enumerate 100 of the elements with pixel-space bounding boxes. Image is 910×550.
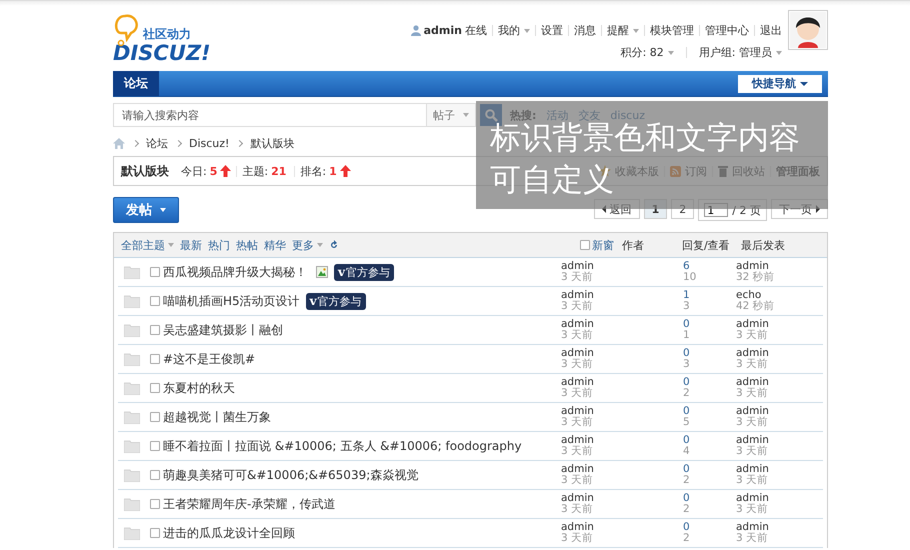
reply-count: 0 <box>683 319 691 330</box>
last-poster-link[interactable]: admin <box>736 522 823 533</box>
reply-count: 6 <box>683 261 691 272</box>
user-menu-link[interactable]: 设置 <box>541 23 563 38</box>
filter-link[interactable]: 最新 <box>180 238 202 252</box>
official-badge: v官方参与 <box>306 292 366 310</box>
view-count: 2 <box>683 388 691 399</box>
author-link[interactable]: admin <box>561 348 683 359</box>
select-checkbox[interactable] <box>150 296 160 306</box>
author-link[interactable]: admin <box>561 406 683 417</box>
author-link[interactable]: admin <box>561 319 683 330</box>
column-header: 作者 <box>622 238 645 252</box>
last-poster-link[interactable]: admin <box>736 261 823 272</box>
nav-tab[interactable]: 论坛 <box>113 71 159 96</box>
view-count: 3 <box>683 359 691 370</box>
author-link[interactable]: admin <box>561 493 683 504</box>
author-link[interactable]: admin <box>561 522 683 533</box>
refresh-icon[interactable] <box>329 240 339 250</box>
filter-link[interactable]: 热门 <box>208 238 230 252</box>
search-type-dropdown[interactable]: 帖子 <box>426 103 476 127</box>
view-count: 10 <box>683 272 698 283</box>
select-checkbox[interactable] <box>150 499 160 509</box>
folder-icon <box>124 440 140 452</box>
thread-title-link[interactable]: 睡不着拉面丨拉面说 &#10006; 五条人 &#10006; foodography <box>163 438 522 454</box>
select-checkbox[interactable] <box>150 470 160 480</box>
thread-title-link[interactable]: 超越视觉丨菌生万象 <box>163 408 271 426</box>
select-checkbox[interactable] <box>150 441 160 451</box>
thread-title-link[interactable]: 吴志盛建筑摄影丨融创 <box>163 322 283 338</box>
caret-icon <box>776 50 782 54</box>
last-poster-link[interactable]: echo <box>736 290 823 301</box>
post-time: 3 天前 <box>561 417 594 428</box>
last-poster-link[interactable]: admin <box>736 377 823 388</box>
new-post-button[interactable]: 发帖 <box>113 197 179 223</box>
author-link[interactable]: admin <box>561 261 683 272</box>
new-window-checkbox[interactable]: 新窗 <box>580 238 622 252</box>
author-link[interactable]: admin <box>561 464 683 475</box>
filter-link[interactable]: 更多 <box>292 238 314 252</box>
breadcrumb-link[interactable]: 论坛 <box>146 136 168 150</box>
last-post-time: 42 秒前 <box>736 301 776 312</box>
quick-nav-button[interactable]: 快捷导航 <box>738 74 822 92</box>
folder-icon <box>124 410 140 424</box>
select-checkbox[interactable] <box>150 412 160 422</box>
author-link[interactable]: admin <box>561 435 683 446</box>
last-poster-link[interactable]: admin <box>736 348 823 359</box>
select-checkbox[interactable] <box>150 325 160 335</box>
folder-icon <box>124 382 140 394</box>
post-time: 3 天前 <box>561 388 594 399</box>
select-checkbox[interactable] <box>150 528 160 538</box>
thread-title-link[interactable]: 西瓜视频品牌升级大揭秘！ <box>163 264 307 280</box>
last-poster-link[interactable]: admin <box>736 406 823 417</box>
stat-value: 1 <box>329 164 337 178</box>
stat-label: 主题: <box>242 164 268 178</box>
folder-icon <box>124 498 140 510</box>
folder-icon <box>124 324 140 336</box>
post-time: 3 天前 <box>561 446 594 457</box>
thread-title-link[interactable]: 东夏村的秋天 <box>163 380 235 396</box>
user-menu-link[interactable]: 模块管理 <box>650 23 694 38</box>
reply-count: 0 <box>683 522 691 533</box>
select-checkbox[interactable] <box>150 267 160 277</box>
last-post-time: 3 天前 <box>736 417 770 428</box>
last-poster-link[interactable]: admin <box>736 493 823 504</box>
folder-icon <box>124 468 140 482</box>
thread-title-link[interactable]: 萌趣臭美猪可可&#10006;&#65039;森焱视觉 <box>163 466 418 484</box>
usergroup-link[interactable]: 用户组: 管理员 <box>698 45 772 60</box>
username-link[interactable]: admin <box>424 24 462 37</box>
breadcrumb-link[interactable]: 默认版块 <box>250 136 294 150</box>
user-menu-link[interactable]: 提醒 <box>607 23 629 38</box>
thread-title-link[interactable]: 进击的瓜瓜龙设计全回顾 <box>163 524 295 542</box>
reply-count: 0 <box>683 377 691 388</box>
thread-title-link[interactable]: #这不是王俊凯# <box>163 350 256 368</box>
avatar[interactable] <box>788 10 828 50</box>
last-poster-link[interactable]: admin <box>736 464 823 475</box>
last-poster-link[interactable]: admin <box>736 435 823 446</box>
credits-link[interactable]: 积分: 82 <box>620 45 664 60</box>
user-menu-link[interactable]: 退出 <box>760 23 782 38</box>
filter-link[interactable]: 全部主题 <box>121 238 165 252</box>
filter-link[interactable]: 热帖 <box>236 238 258 252</box>
author-link[interactable]: admin <box>561 290 683 301</box>
user-menu-link[interactable]: 消息 <box>574 23 596 38</box>
breadcrumb-link[interactable]: Discuz! <box>189 136 230 150</box>
user-menu-link[interactable]: 管理中心 <box>705 23 749 38</box>
post-time: 3 天前 <box>561 533 594 544</box>
stat-label: 今日: <box>181 164 207 178</box>
thread-title-link[interactable]: 王者荣耀周年庆-承荣耀，传武道 <box>163 496 336 512</box>
user-menu-link[interactable]: 我的 <box>498 23 520 38</box>
thread-title-link[interactable]: 喵喵机插画H5活动页设计 <box>163 292 300 310</box>
home-icon[interactable] <box>113 138 125 148</box>
stat-value: 21 <box>271 164 286 178</box>
column-header: 最后发表 <box>741 238 786 252</box>
last-poster-link[interactable]: admin <box>736 319 823 330</box>
filter-link[interactable]: 精华 <box>264 238 286 252</box>
search-field[interactable]: 请输入搜索内容 <box>113 103 426 127</box>
reply-count: 0 <box>683 464 691 475</box>
select-checkbox[interactable] <box>150 354 160 364</box>
select-checkbox[interactable] <box>150 383 160 393</box>
logo-text: DISCUZ! <box>113 42 212 64</box>
view-count: 3 <box>683 301 691 312</box>
post-time: 3 天前 <box>561 504 594 515</box>
author-link[interactable]: admin <box>561 377 683 388</box>
caret-icon <box>160 208 166 212</box>
